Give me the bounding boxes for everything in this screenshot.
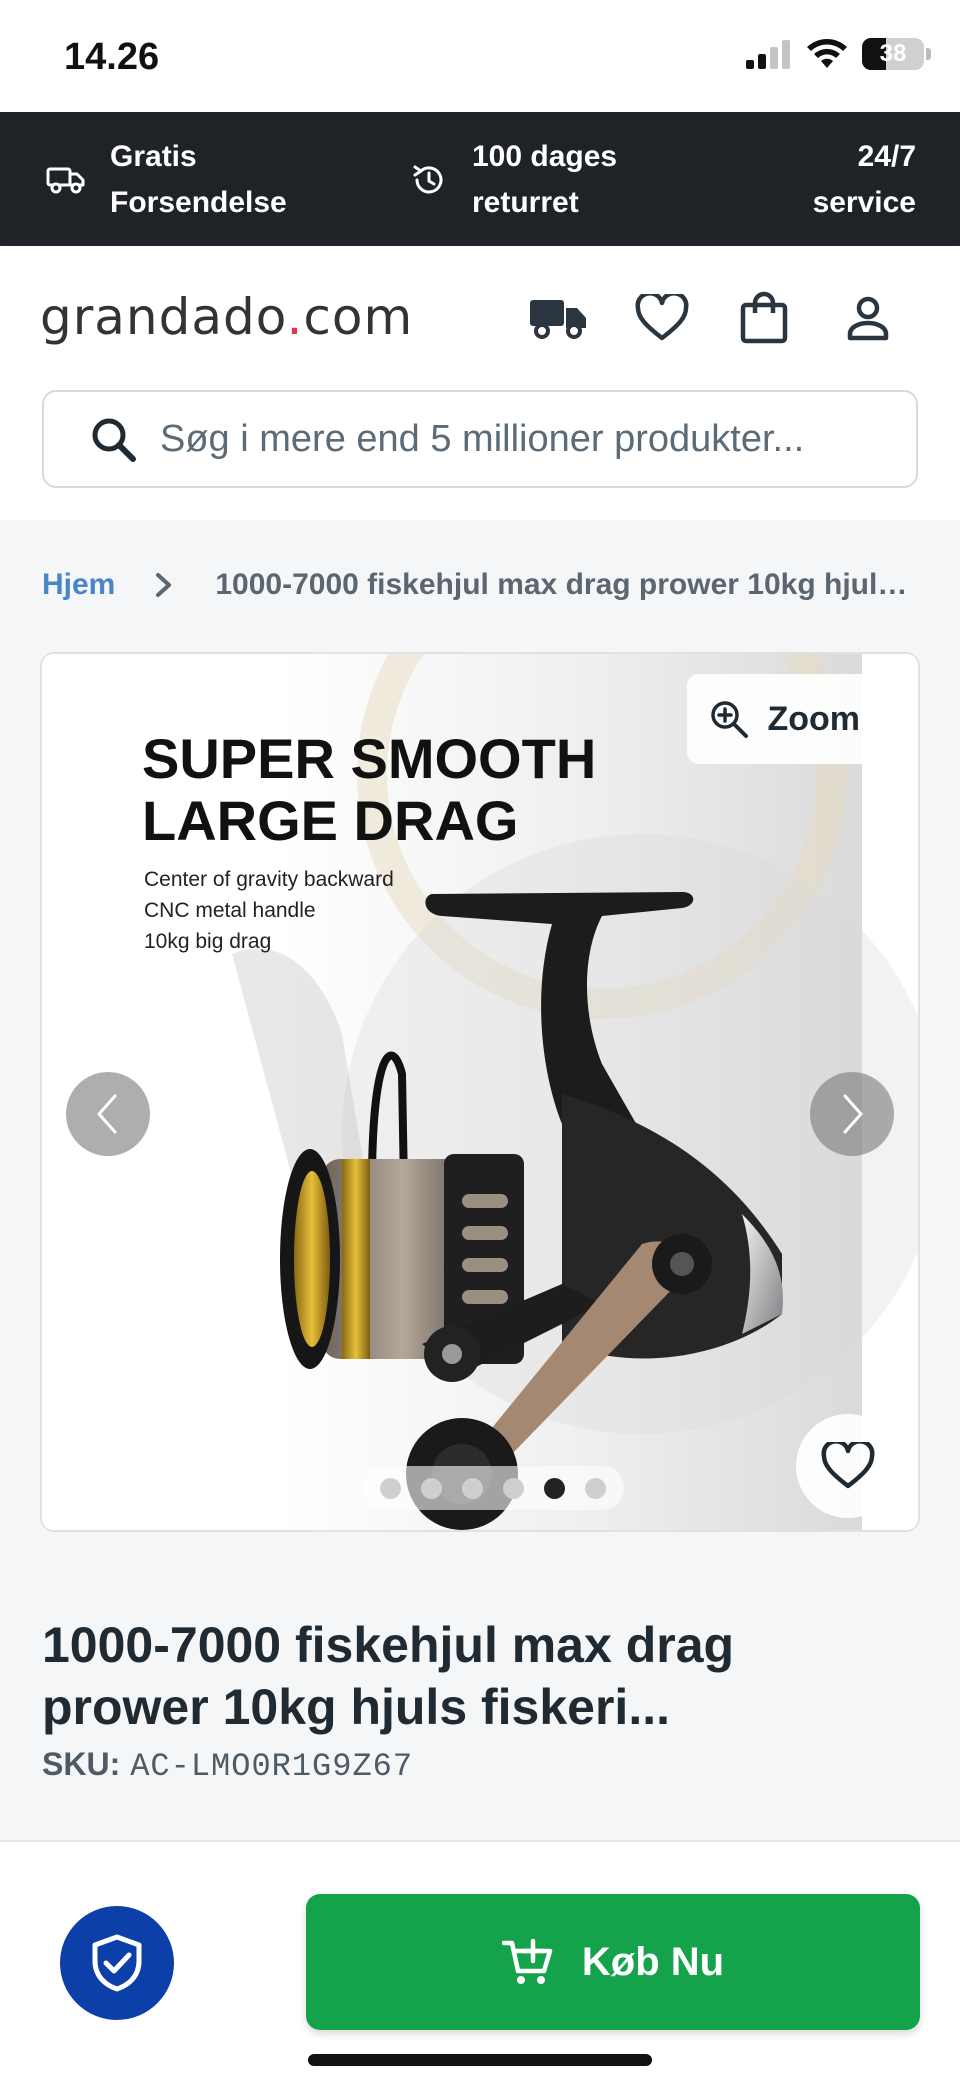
pagination-dot[interactable] bbox=[585, 1477, 606, 1499]
home-indicator bbox=[308, 2054, 652, 2066]
next-image-button[interactable] bbox=[810, 1072, 894, 1156]
pagination-dot[interactable] bbox=[544, 1477, 565, 1499]
heart-icon bbox=[821, 1442, 875, 1489]
wishlist-heart-icon[interactable] bbox=[632, 288, 692, 348]
buy-now-label: Køb Nu bbox=[581, 1939, 725, 1984]
product-gallery[interactable]: SUPER SMOOTH LARGE DRAG Center of gravit… bbox=[40, 652, 920, 1532]
image-headline-1: SUPER SMOOTH bbox=[142, 727, 596, 790]
image-feature: Center of gravity backward bbox=[144, 868, 394, 891]
image-headline-2: LARGE DRAG bbox=[142, 789, 518, 852]
add-to-cart-icon bbox=[501, 1938, 553, 1984]
product-main: Hjem 1000-7000 fiskehjul max drag prower… bbox=[0, 520, 960, 1840]
pagination-dot[interactable] bbox=[503, 1477, 524, 1499]
breadcrumb-current: 1000-7000 fiskehjul max drag prower 10kg… bbox=[215, 568, 915, 601]
account-user-icon[interactable] bbox=[838, 288, 898, 348]
chevron-right-icon bbox=[156, 573, 172, 597]
battery-icon: 38 bbox=[862, 38, 931, 70]
status-bar: 14.26 38 bbox=[0, 0, 960, 112]
status-icons: 38 bbox=[744, 38, 931, 70]
battery-level: 38 bbox=[879, 40, 907, 67]
buy-now-button[interactable]: Køb Nu bbox=[306, 1894, 920, 2030]
breadcrumb: Hjem 1000-7000 fiskehjul max drag prower… bbox=[42, 568, 915, 602]
truck-icon bbox=[46, 167, 85, 194]
usp-returns: 100 dages returret bbox=[410, 134, 617, 226]
gallery-pagination bbox=[362, 1466, 624, 1510]
usp-free-shipping: Gratis Forsendelse bbox=[46, 134, 287, 226]
shield-check-icon bbox=[92, 1934, 142, 1992]
chevron-left-icon bbox=[97, 1094, 117, 1134]
chevron-right-icon bbox=[843, 1094, 863, 1134]
breadcrumb-home-link[interactable]: Hjem bbox=[42, 568, 115, 602]
image-feature: 10kg big drag bbox=[144, 930, 271, 953]
shopping-bag-icon[interactable] bbox=[734, 288, 794, 348]
pagination-dot[interactable] bbox=[421, 1477, 442, 1499]
search-icon bbox=[92, 418, 136, 462]
wifi-icon bbox=[807, 39, 847, 68]
site-header: grandado.com Søg i mere end 5 millioner bbox=[0, 246, 960, 520]
usp-text: 24/7 service bbox=[812, 140, 916, 219]
product-title: 1000-7000 fiskehjul max drag prower 10kg… bbox=[42, 1617, 735, 1735]
search-input[interactable]: Søg i mere end 5 millioner produkter... bbox=[42, 390, 918, 488]
status-time: 14.26 bbox=[64, 36, 160, 78]
signal-icon bbox=[746, 40, 790, 69]
previous-image-button[interactable] bbox=[66, 1072, 150, 1156]
buyer-protection-button[interactable] bbox=[60, 1906, 174, 2020]
usp-bar: Gratis Forsendelse 100 dages returret 24… bbox=[0, 112, 960, 246]
usp-text: 100 dages returret bbox=[472, 140, 618, 219]
delivery-truck-icon[interactable] bbox=[528, 288, 588, 348]
favorite-button[interactable] bbox=[796, 1414, 900, 1518]
image-feature: CNC metal handle bbox=[144, 899, 316, 922]
zoom-button[interactable]: Zoom bbox=[687, 674, 890, 764]
zoom-in-icon bbox=[711, 701, 749, 738]
bottom-action-bar: Køb Nu bbox=[0, 1840, 960, 2079]
history-icon bbox=[413, 165, 443, 194]
pagination-dot[interactable] bbox=[380, 1477, 401, 1499]
usp-text: Gratis Forsendelse bbox=[110, 140, 287, 219]
product-image: SUPER SMOOTH LARGE DRAG Center of gravit… bbox=[42, 654, 918, 1530]
zoom-label: Zoom bbox=[767, 699, 860, 738]
search-placeholder: Søg i mere end 5 millioner produkter... bbox=[160, 417, 805, 460]
product-sku: SKU: AC-LMO0R1G9Z67 bbox=[42, 1746, 413, 1785]
site-logo[interactable]: grandado.com bbox=[40, 288, 413, 346]
pagination-dot[interactable] bbox=[462, 1477, 483, 1499]
sku-value: AC-LMO0R1G9Z67 bbox=[130, 1748, 414, 1785]
usp-service: 24/7 service bbox=[813, 134, 916, 226]
sku-label: SKU: bbox=[42, 1746, 121, 1782]
